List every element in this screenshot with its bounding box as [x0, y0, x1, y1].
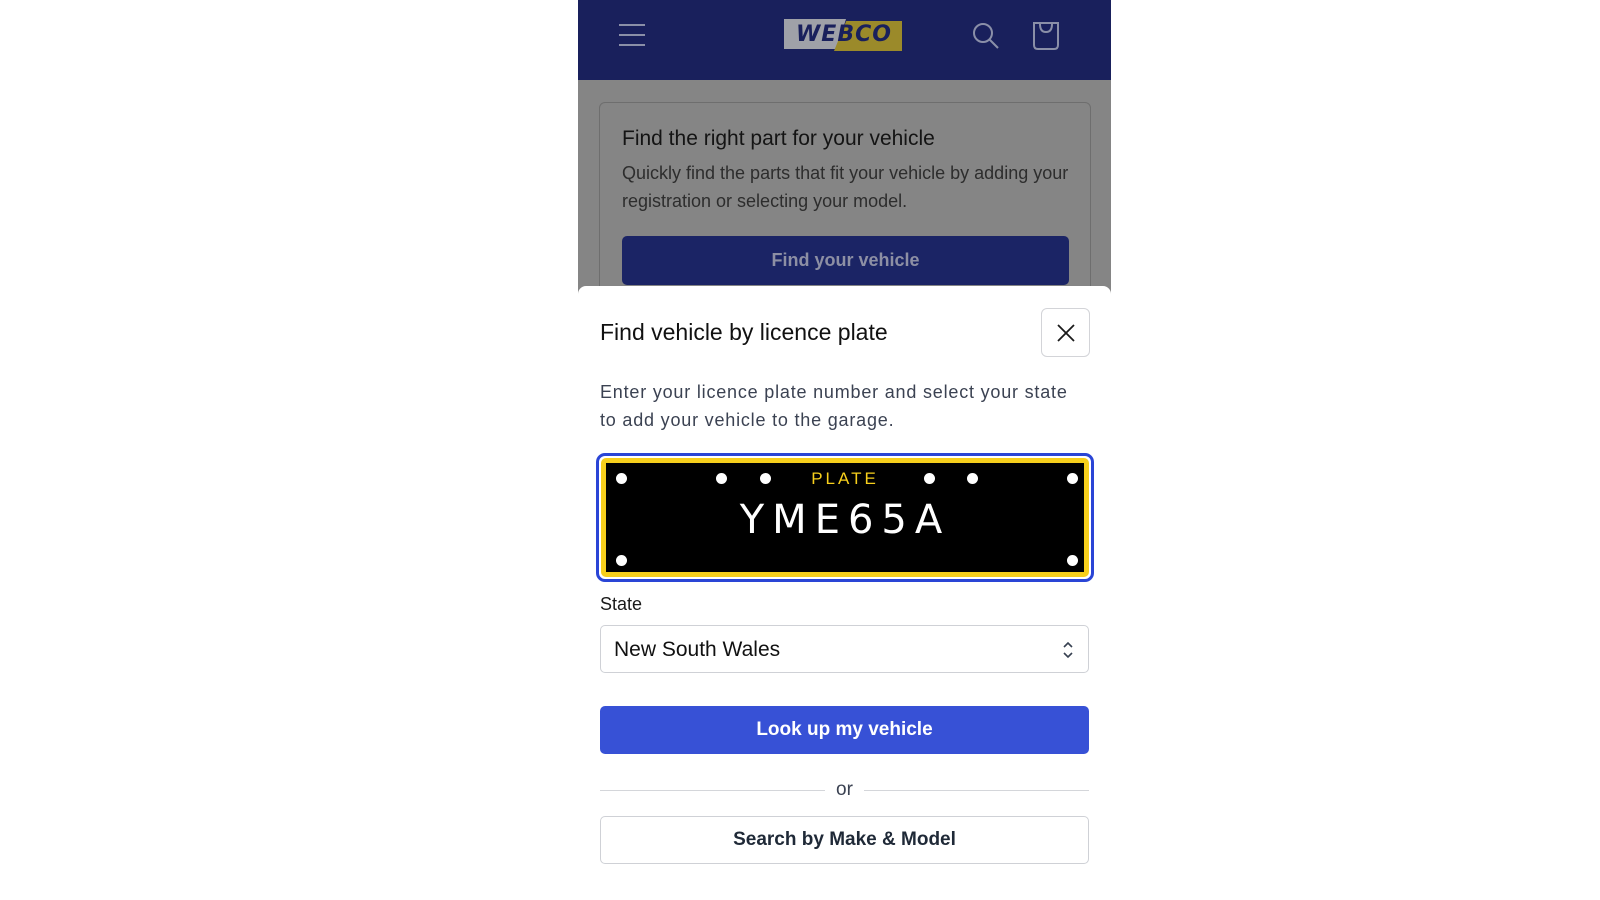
close-icon — [1057, 324, 1075, 342]
plate-screw-dot — [1067, 555, 1078, 566]
divider-line — [600, 790, 825, 791]
state-selected-value: New South Wales — [614, 638, 781, 661]
find-your-vehicle-button[interactable]: Find your vehicle — [622, 236, 1069, 285]
shopping-bag-icon[interactable] — [1031, 20, 1061, 52]
state-label: State — [600, 594, 643, 614]
close-button[interactable] — [1041, 308, 1090, 357]
plate-label: PLATE — [811, 469, 879, 488]
hamburger-menu-icon[interactable] — [619, 23, 645, 47]
search-by-make-model-button[interactable]: Search by Make & Model — [600, 816, 1089, 864]
divider-or-text: or — [836, 779, 853, 800]
modal-title: Find vehicle by licence plate — [600, 319, 888, 345]
logo-text: WEBCO — [796, 22, 892, 47]
find-part-title: Find the right part for your vehicle — [622, 127, 935, 150]
licence-plate-modal: Find vehicle by licence plate Enter your… — [578, 286, 1111, 882]
chevron-up-down-icon — [1063, 641, 1073, 659]
search-icon[interactable] — [971, 21, 1001, 51]
look-up-vehicle-button[interactable]: Look up my vehicle — [600, 706, 1089, 754]
webco-logo[interactable]: WEBCO — [784, 17, 904, 53]
licence-plate: PLATE YME65A — [601, 458, 1089, 577]
state-select[interactable]: New South Wales — [600, 625, 1089, 673]
licence-plate-input-wrapper[interactable]: PLATE YME65A — [596, 453, 1094, 582]
modal-description: Enter your licence plate number and sele… — [600, 382, 1068, 430]
licence-plate-input[interactable]: YME65A — [606, 497, 1084, 543]
plate-screw-dot — [616, 555, 627, 566]
find-part-description: Quickly find the parts that fit your veh… — [622, 163, 1069, 211]
site-header: WEBCO — [578, 0, 1111, 80]
mobile-viewport: WEBCO Find the right part for your vehic… — [578, 0, 1111, 882]
divider-line — [864, 790, 1089, 791]
